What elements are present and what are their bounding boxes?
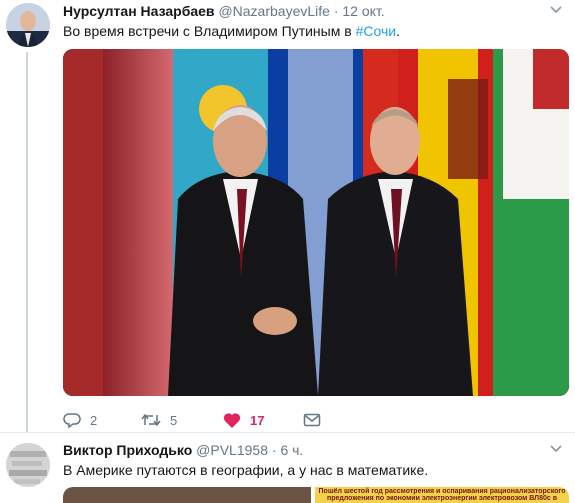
tweet-text: В Америке путаются в географии, а у нас … — [63, 462, 429, 478]
author-name[interactable]: Нурсултан Назарбаев — [63, 3, 215, 19]
avatar[interactable] — [6, 3, 50, 47]
avatar[interactable] — [6, 443, 50, 487]
author-handle[interactable]: @NazarbayevLife — [218, 3, 330, 19]
reply-count: 2 — [90, 412, 98, 428]
tweet[interactable]: Виктор Приходько @PVL1958 · 6 ч. В Амери… — [0, 432, 575, 503]
tweet-date[interactable]: 12 окт. — [342, 3, 384, 19]
tweet-text-end: . — [396, 23, 400, 39]
preview-photo — [63, 487, 311, 503]
tweet-photo[interactable] — [63, 49, 569, 396]
tweet-actions: 2 5 17 — [63, 410, 363, 430]
tweet-text-body: Во время встречи с Владимиром Путиным в — [63, 23, 356, 39]
author-handle[interactable]: @PVL1958 — [196, 442, 268, 458]
like-button[interactable]: 17 — [223, 410, 264, 430]
reply-button[interactable]: 2 — [63, 410, 97, 430]
separator: · — [271, 442, 277, 458]
tweet[interactable]: Нурсултан Назарбаев @NazarbayevLife · 12… — [0, 0, 575, 432]
separator: · — [333, 3, 339, 19]
like-count: 17 — [250, 412, 265, 428]
preview-document: Пошёл шестой год рассмотрения и оспарива… — [315, 487, 569, 503]
direct-message-button[interactable] — [303, 410, 330, 430]
tweet-date[interactable]: 6 ч. — [280, 442, 303, 458]
retweet-button[interactable]: 5 — [141, 410, 177, 430]
chevron-down-icon[interactable] — [549, 441, 563, 455]
reply-icon — [63, 413, 81, 429]
envelope-icon — [303, 413, 321, 427]
chevron-down-icon[interactable] — [549, 2, 563, 16]
tweet-media-preview[interactable]: Пошёл шестой год рассмотрения и оспарива… — [63, 487, 569, 503]
author-name[interactable]: Виктор Приходько — [63, 442, 192, 458]
tweet-header: Виктор Приходько @PVL1958 · 6 ч. — [63, 441, 303, 459]
thread-line — [26, 52, 28, 432]
retweet-icon — [141, 413, 161, 427]
heart-icon — [223, 412, 241, 428]
tweet-header: Нурсултан Назарбаев @NazarbayevLife · 12… — [63, 2, 385, 20]
tweet-text: Во время встречи с Владимиром Путиным в … — [63, 22, 400, 40]
retweet-count: 5 — [170, 412, 178, 428]
hashtag-link[interactable]: #Сочи — [356, 23, 397, 39]
